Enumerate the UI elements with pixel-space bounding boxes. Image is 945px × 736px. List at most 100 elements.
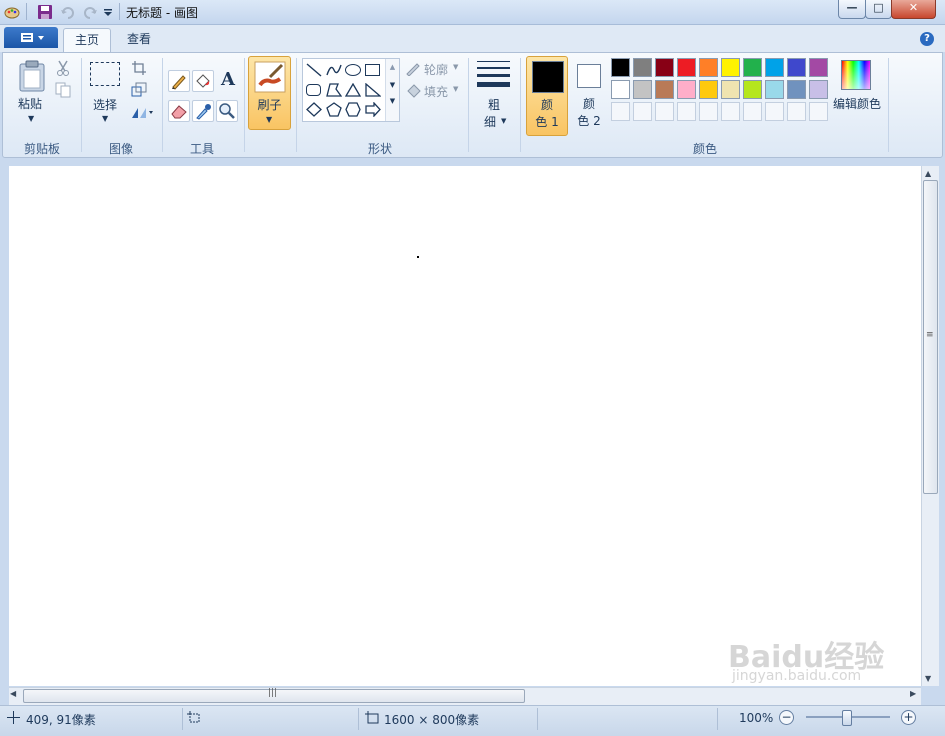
polygon-shape-icon[interactable] bbox=[326, 83, 343, 97]
palette-swatch[interactable] bbox=[655, 58, 674, 77]
curve-shape-icon[interactable] bbox=[326, 63, 342, 77]
redo-icon[interactable] bbox=[82, 4, 98, 20]
save-icon[interactable] bbox=[37, 4, 53, 20]
palette-swatch[interactable] bbox=[809, 80, 828, 99]
fill-icon bbox=[407, 84, 421, 98]
palette-swatch[interactable] bbox=[677, 58, 696, 77]
palette-swatch[interactable] bbox=[633, 80, 652, 99]
shapes-scroll[interactable]: ▲ ▼ ▼ bbox=[385, 59, 399, 121]
cut-icon[interactable] bbox=[55, 60, 71, 76]
palette-swatch bbox=[677, 102, 696, 121]
tab-view[interactable]: 查看 bbox=[116, 28, 162, 52]
canvas-size: 1600 × 800像素 bbox=[384, 713, 480, 727]
color2-label-line2: 色 2 bbox=[577, 114, 601, 128]
palette-swatch[interactable] bbox=[611, 58, 630, 77]
triangle-shape-icon[interactable] bbox=[344, 82, 362, 97]
pencil-icon[interactable] bbox=[168, 70, 190, 92]
palette-swatch[interactable] bbox=[655, 80, 674, 99]
tab-home[interactable]: 主页 bbox=[63, 28, 111, 53]
palette-swatch bbox=[699, 102, 718, 121]
zoom-slider-thumb[interactable] bbox=[842, 710, 852, 726]
selection-size-icon bbox=[187, 711, 201, 724]
brush-button[interactable]: 刷子 ▼ bbox=[248, 56, 291, 130]
color1-swatch bbox=[532, 61, 564, 93]
scroll-down-arrow[interactable]: ▼ bbox=[925, 674, 931, 683]
zoom-out-button[interactable]: − bbox=[779, 710, 794, 725]
close-button[interactable]: ✕ bbox=[891, 0, 936, 19]
title-divider bbox=[26, 3, 27, 20]
image-group-label: 图像 bbox=[108, 142, 133, 156]
palette-swatch bbox=[765, 102, 784, 121]
group-divider bbox=[520, 58, 521, 152]
scroll-up-arrow[interactable]: ▲ bbox=[925, 169, 931, 178]
paint-menu-button[interactable] bbox=[4, 27, 58, 48]
edit-colors-button[interactable]: 编辑颜色 bbox=[832, 58, 882, 118]
title-divider bbox=[119, 3, 120, 20]
palette-swatch[interactable] bbox=[611, 80, 630, 99]
palette-swatch bbox=[721, 102, 740, 121]
brush-dropdown-arrow: ▼ bbox=[266, 115, 273, 124]
right-triangle-shape-icon[interactable] bbox=[365, 82, 382, 97]
rotate-icon[interactable] bbox=[130, 104, 154, 120]
magnifier-icon[interactable] bbox=[216, 100, 238, 122]
clipboard-group-label: 剪贴板 bbox=[23, 142, 60, 156]
group-divider bbox=[888, 58, 889, 152]
eraser-icon[interactable] bbox=[168, 100, 190, 122]
palette-swatch[interactable] bbox=[787, 80, 806, 99]
palette-swatch[interactable] bbox=[743, 80, 762, 99]
palette-swatch[interactable] bbox=[743, 58, 762, 77]
select-rectangle-icon bbox=[90, 62, 120, 86]
rectangle-shape-icon[interactable] bbox=[365, 64, 380, 76]
fill-bucket-icon[interactable] bbox=[192, 70, 214, 92]
status-divider bbox=[182, 708, 183, 730]
cursor-position-icon bbox=[7, 711, 20, 724]
maximize-button[interactable]: □ bbox=[865, 0, 892, 19]
palette-swatch[interactable] bbox=[699, 58, 718, 77]
color-picker-icon[interactable] bbox=[192, 100, 214, 122]
oval-shape-icon[interactable] bbox=[345, 64, 361, 76]
size-line-thickest bbox=[477, 82, 510, 87]
rounded-rectangle-shape-icon[interactable] bbox=[306, 84, 321, 96]
size-button[interactable]: 粗 细 ▼ bbox=[474, 58, 514, 130]
arrow-shape-icon[interactable] bbox=[365, 101, 381, 118]
color2-button[interactable]: 颜 色 2 bbox=[570, 58, 608, 132]
palette-swatch[interactable] bbox=[809, 58, 828, 77]
status-divider bbox=[717, 708, 718, 730]
text-tool-icon[interactable]: A bbox=[218, 70, 238, 90]
help-icon[interactable]: ? bbox=[920, 32, 934, 46]
paint-app-icon[interactable] bbox=[4, 4, 20, 20]
scroll-left-arrow[interactable]: ◀ bbox=[10, 689, 16, 698]
palette-swatch[interactable] bbox=[699, 80, 718, 99]
palette-swatch bbox=[633, 102, 652, 121]
palette-swatch[interactable] bbox=[765, 58, 784, 77]
copy-icon[interactable] bbox=[55, 82, 71, 98]
hexagon-shape-icon[interactable] bbox=[345, 102, 361, 117]
resize-icon[interactable] bbox=[131, 82, 147, 98]
crop-icon[interactable] bbox=[131, 60, 147, 76]
paste-button[interactable]: 粘贴 ▼ bbox=[14, 58, 48, 124]
drawing-canvas[interactable] bbox=[9, 166, 921, 686]
color2-label-line1: 颜 bbox=[582, 97, 595, 111]
zoom-in-button[interactable]: + bbox=[901, 710, 916, 725]
pentagon-shape-icon[interactable] bbox=[326, 102, 342, 117]
diamond-shape-icon[interactable] bbox=[306, 102, 322, 117]
select-button[interactable]: 选择 ▼ bbox=[88, 60, 122, 126]
scroll-right-arrow[interactable]: ▶ bbox=[910, 689, 916, 698]
color1-button[interactable]: 颜 色 1 bbox=[526, 56, 568, 136]
outline-dropdown[interactable]: 轮廓 ▼ bbox=[405, 60, 461, 77]
minimize-button[interactable]: — bbox=[838, 0, 866, 19]
fill-dropdown[interactable]: 填充 ▼ bbox=[405, 82, 461, 99]
palette-swatch[interactable] bbox=[677, 80, 696, 99]
palette-swatch[interactable] bbox=[633, 58, 652, 77]
tools-group-label: 工具 bbox=[189, 142, 214, 156]
line-shape-icon[interactable] bbox=[306, 63, 322, 77]
color1-label-line1: 颜 bbox=[540, 98, 553, 112]
palette-swatch[interactable] bbox=[721, 58, 740, 77]
palette-swatch[interactable] bbox=[787, 58, 806, 77]
palette-swatch[interactable] bbox=[765, 80, 784, 99]
undo-icon[interactable] bbox=[60, 4, 76, 20]
palette-swatch[interactable] bbox=[721, 80, 740, 99]
size-line-thin bbox=[477, 61, 510, 62]
customize-quick-access-icon[interactable] bbox=[102, 4, 118, 20]
title-bar: 无标题 - 画图 — □ ✕ bbox=[0, 0, 945, 25]
